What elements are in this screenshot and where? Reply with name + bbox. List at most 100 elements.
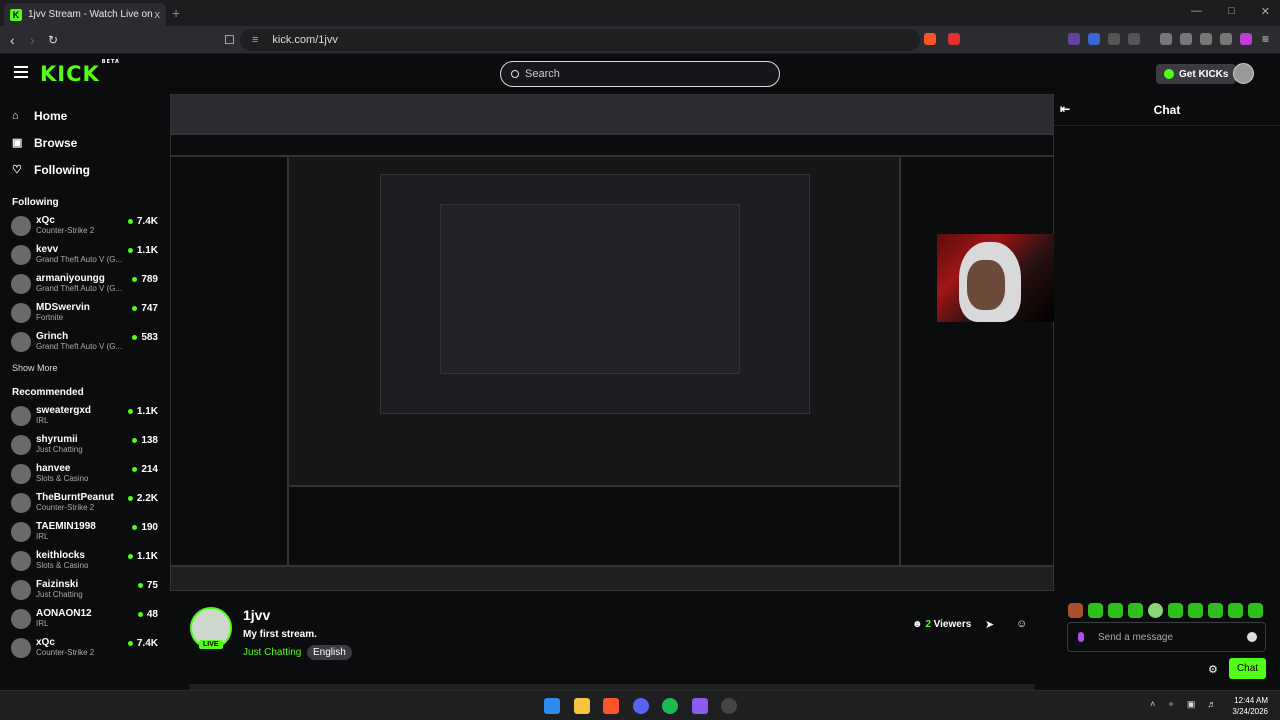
sidebar-item-home[interactable]: ⌂ Home xyxy=(0,102,170,129)
emoji-picker-icon[interactable] xyxy=(1247,632,1257,642)
chat-panel: ⇤ Chat Send a message ⚙ Chat xyxy=(1054,94,1280,690)
maximize-icon[interactable]: □ xyxy=(1228,5,1235,18)
language-tag[interactable]: English xyxy=(307,645,352,660)
channel-item[interactable]: Faizinski Just Chatting 75 xyxy=(0,576,170,605)
emote-icon[interactable] xyxy=(1068,603,1083,618)
viewers-icon: ☻ xyxy=(912,619,926,630)
emote-icon[interactable] xyxy=(1088,603,1103,618)
emote-icon[interactable] xyxy=(1188,603,1203,618)
follow-icon[interactable]: ☺ xyxy=(1016,618,1027,630)
reload-icon[interactable]: ↻ xyxy=(48,33,58,47)
channel-item[interactable]: TAEMIN1998 IRL 190 xyxy=(0,518,170,547)
user-avatar[interactable] xyxy=(1233,63,1254,84)
emote-icon[interactable] xyxy=(1108,603,1123,618)
brave-icon[interactable] xyxy=(603,698,619,714)
chat-message-input[interactable]: Send a message xyxy=(1067,622,1266,652)
avatar xyxy=(11,464,31,484)
spotify-icon[interactable] xyxy=(662,698,678,714)
live-badge: LIVE xyxy=(199,640,223,649)
close-window-icon[interactable]: ✕ xyxy=(1261,5,1270,18)
sidebar-item-following[interactable]: ♡ Following xyxy=(0,156,170,183)
channel-item[interactable]: TheBurntPeanut Counter-Strike 2 2.2K xyxy=(0,489,170,518)
stream-title: My first stream. xyxy=(243,629,317,640)
brave-rewards-icon[interactable] xyxy=(948,33,960,45)
system-tray: ˄ ⚬ ▣ ♬ xyxy=(1150,699,1216,710)
search-input[interactable]: Search xyxy=(500,61,780,87)
address-bar[interactable]: ≡ kick.com/1jvv xyxy=(240,29,920,51)
stream-category-link[interactable]: Just Chatting xyxy=(243,647,301,658)
windows-taskbar: ˄ ⚬ ▣ ♬ 12:44 AM 3/24/2026 xyxy=(0,690,1280,720)
channel-item[interactable]: xQc Counter-Strike 2 7.4K xyxy=(0,212,170,241)
share-icon[interactable]: ➤ xyxy=(985,618,994,631)
back-icon[interactable]: ‹ xyxy=(10,32,15,48)
volume-icon[interactable]: ♬ xyxy=(1207,699,1216,710)
sidebar-icon[interactable] xyxy=(1160,33,1172,45)
network-icon[interactable]: ▣ xyxy=(1187,699,1196,710)
emote-icon[interactable] xyxy=(1228,603,1243,618)
channel-item[interactable]: xQc Counter-Strike 2 7.4K xyxy=(0,634,170,663)
show-more-link[interactable]: Show More xyxy=(0,363,170,373)
brave-shield-icon[interactable] xyxy=(924,33,936,45)
kick-logo[interactable]: KICK BETA xyxy=(40,59,119,86)
get-kicks-button[interactable]: Get KICKs xyxy=(1156,64,1237,84)
video-player[interactable] xyxy=(170,94,1054,591)
microphone-icon[interactable]: ⚬ xyxy=(1167,699,1175,710)
minimize-icon[interactable]: — xyxy=(1191,5,1202,18)
nested-sidebar xyxy=(170,156,288,566)
chat-header: ⇤ Chat xyxy=(1054,94,1280,126)
send-chat-button[interactable]: Chat xyxy=(1229,658,1266,679)
avatar xyxy=(11,638,31,658)
obs-icon[interactable] xyxy=(721,698,737,714)
chat-settings-icon[interactable]: ⚙ xyxy=(1208,663,1218,676)
browser-toolbar: ‹ › ↻ ☐ ≡ kick.com/1jvv ≡ xyxy=(0,26,1280,54)
emote-icon[interactable] xyxy=(1128,603,1143,618)
channel-item[interactable]: armaniyoungg Grand Theft Auto V (G... 789 xyxy=(0,270,170,299)
channel-item[interactable]: keithlocks Slots & Casino 1.1K xyxy=(0,547,170,576)
avatar xyxy=(11,435,31,455)
sidebar-item-browse[interactable]: ▣ Browse xyxy=(0,129,170,156)
channel-item[interactable]: hanvee Slots & Casino 214 xyxy=(0,460,170,489)
emote-icon[interactable] xyxy=(1148,603,1163,618)
emote-icon[interactable] xyxy=(1168,603,1183,618)
emote-icon[interactable] xyxy=(1208,603,1223,618)
start-icon[interactable] xyxy=(544,698,560,714)
streamer-name[interactable]: 1jvv xyxy=(243,607,270,623)
twitch-extension-icon[interactable] xyxy=(1068,33,1080,45)
nested-browser-toolbar xyxy=(170,94,1054,134)
browser-tab[interactable]: K 1jvv Stream - Watch Live on Kick x xyxy=(4,3,166,26)
search-icon xyxy=(511,70,519,78)
discord-icon[interactable] xyxy=(633,698,649,714)
profile-icon[interactable] xyxy=(1240,33,1252,45)
emote-icon[interactable] xyxy=(1248,603,1263,618)
channel-item[interactable]: MDSwervin Fortnite 747 xyxy=(0,299,170,328)
hamburger-menu-icon[interactable] xyxy=(14,66,28,78)
extension-icon[interactable] xyxy=(1088,33,1100,45)
collapse-chat-icon[interactable]: ⇤ xyxy=(1060,102,1070,116)
webcam-feed-small xyxy=(937,234,1054,322)
site-header: KICK BETA Search Get KICKs xyxy=(0,54,1280,94)
leo-icon[interactable] xyxy=(1200,33,1212,45)
channel-item[interactable]: kevv Grand Theft Auto V (G... 1.1K xyxy=(0,241,170,270)
file-explorer-icon[interactable] xyxy=(574,698,590,714)
vpn-icon[interactable] xyxy=(1220,33,1232,45)
channel-item[interactable]: AONAON12 IRL 48 xyxy=(0,605,170,634)
extension-icon[interactable] xyxy=(1128,33,1140,45)
channel-item[interactable]: sweatergxd IRL 1.1K xyxy=(0,402,170,431)
chevron-up-icon[interactable]: ˄ xyxy=(1150,699,1155,710)
forward-icon[interactable]: › xyxy=(30,32,35,48)
wallet-icon[interactable] xyxy=(1180,33,1192,45)
microphone-icon xyxy=(1078,632,1084,642)
new-tab-button[interactable]: + xyxy=(172,5,180,21)
search-placeholder: Search xyxy=(525,68,560,80)
menu-icon[interactable]: ≡ xyxy=(1262,32,1269,46)
site-settings-icon[interactable]: ≡ xyxy=(252,34,258,46)
avatar xyxy=(11,609,31,629)
clock[interactable]: 12:44 AM 3/24/2026 xyxy=(1232,695,1268,717)
game-controller-icon[interactable] xyxy=(692,698,708,714)
nested-chat xyxy=(900,156,1054,566)
channel-item[interactable]: Grinch Grand Theft Auto V (G... 583 xyxy=(0,328,170,357)
bookmark-icon[interactable]: ☐ xyxy=(224,33,235,47)
channel-item[interactable]: shyrumii Just Chatting 138 xyxy=(0,431,170,460)
puzzle-icon[interactable] xyxy=(1108,33,1120,45)
close-tab-icon[interactable]: x xyxy=(155,9,161,21)
